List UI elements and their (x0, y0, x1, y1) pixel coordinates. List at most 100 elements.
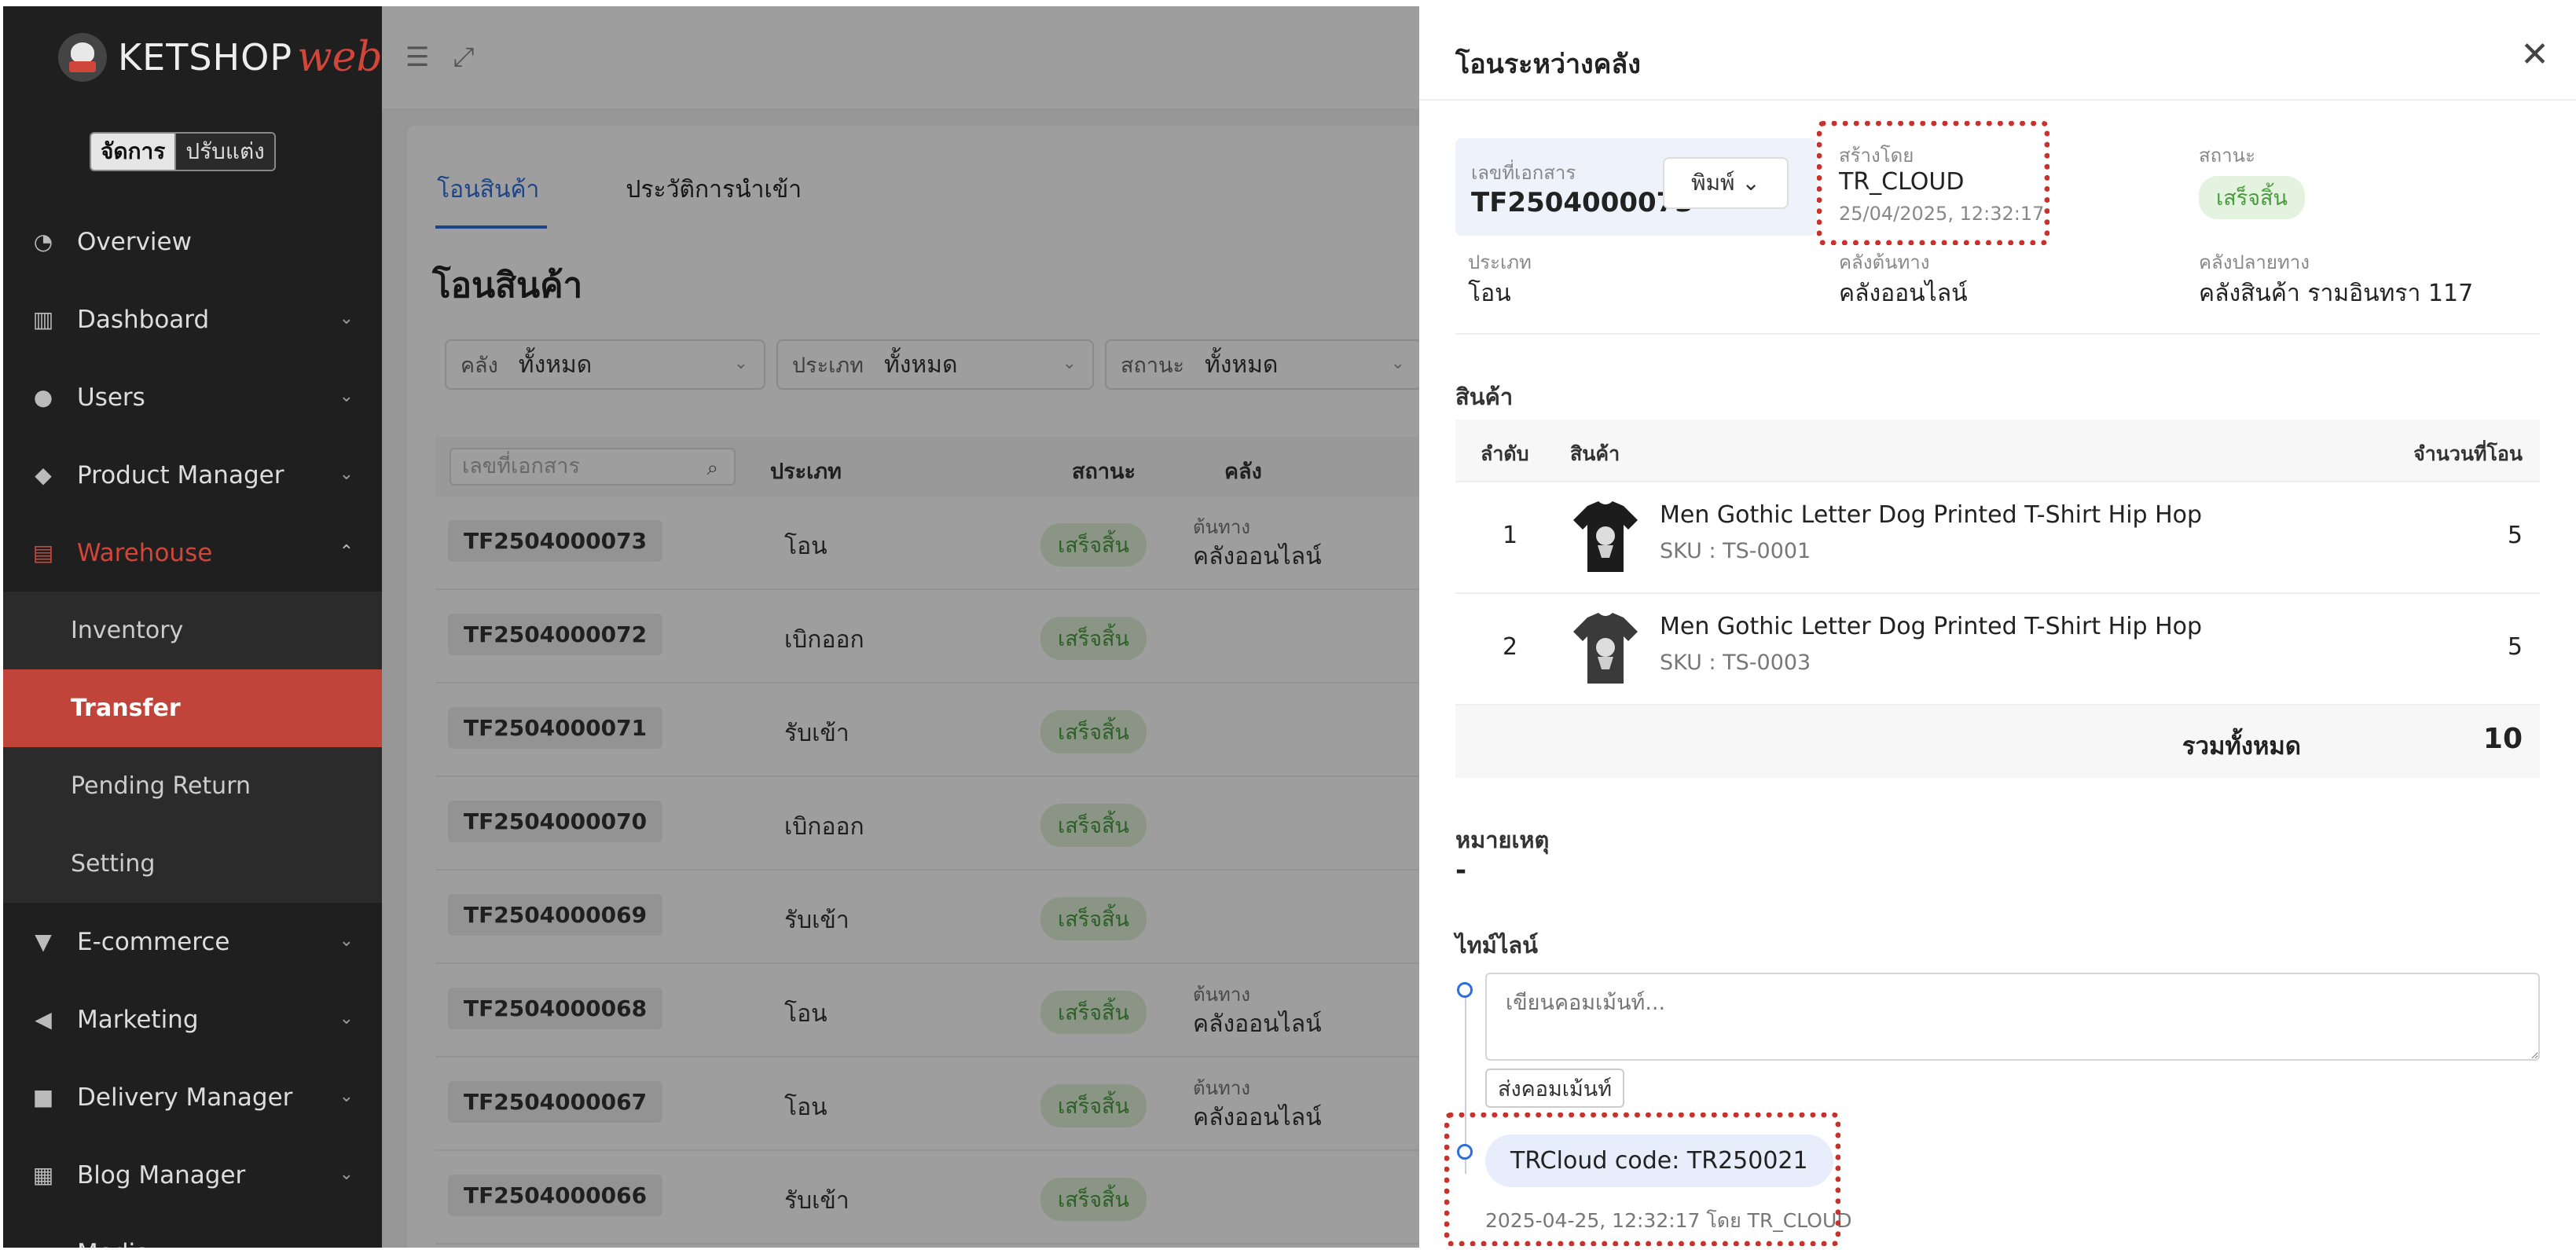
sidebar-item-overview[interactable]: ◔ Overview (3, 203, 382, 280)
divider (1455, 333, 2540, 335)
product-name: Men Gothic Letter Dog Printed T-Shirt Hi… (1660, 613, 2203, 640)
mode-manage-button[interactable]: จัดการ (91, 134, 175, 170)
column-header-index: ลำดับ (1481, 442, 1529, 465)
sidebar-item-label: Product Manager (77, 460, 284, 489)
tag-icon: ◆ (35, 462, 52, 488)
note-title: หมายเหตุ (1455, 827, 1550, 853)
comment-input[interactable] (1485, 973, 2540, 1061)
sidebar-item-label: Marketing (77, 1005, 199, 1034)
column-header-product: สินค้า (1570, 442, 1620, 465)
sidebar-item-dashboard[interactable]: ▥ Dashboard ⌄ (3, 280, 382, 358)
status-badge: เสร็จสิ้น (2199, 176, 2305, 219)
sidebar: KETSHOP web จัดการ ปรับแต่ง ◔ Overview ▥… (3, 6, 382, 1248)
timeline-title: ไทม์ไลน์ (1455, 932, 1538, 959)
sidebar-subitem-setting[interactable]: Setting (3, 825, 382, 903)
transfer-detail-drawer: โอนระหว่างคลัง ✕ เลขที่เอกสาร TF25040000… (1419, 6, 2576, 1250)
warehouse-subnav: Inventory Transfer Pending Return Settin… (3, 592, 382, 903)
main-content: ☰ ⤢ โอนสินค้า ประวัติการนำเข้า โอนสินค้า… (382, 6, 1419, 1248)
logo-icon (58, 33, 107, 82)
product-sku: SKU : TS-0001 (1660, 539, 1811, 563)
chevron-down-icon: ⌄ (339, 1164, 354, 1184)
type-value: โอน (1468, 280, 1511, 307)
logo[interactable]: KETSHOP web (58, 33, 382, 82)
row-index: 1 (1503, 522, 1518, 549)
sidebar-item-users[interactable]: ● Users ⌄ (3, 358, 382, 436)
megaphone-icon: ◀ (35, 1006, 52, 1032)
sidebar-item-label: Overview (77, 227, 192, 256)
sidebar-subitem-pending-return[interactable]: Pending Return (3, 747, 382, 825)
product-name: Men Gothic Letter Dog Printed T-Shirt Hi… (1660, 501, 2203, 529)
users-icon: ● (33, 384, 53, 410)
source-warehouse-value: คลังออนไลน์ (1839, 280, 1968, 307)
warehouse-icon: ▤ (32, 540, 54, 566)
sidebar-item-warehouse[interactable]: ▤ Warehouse ⌃ (3, 514, 382, 592)
total-label: รวมทั้งหมด (2182, 732, 2301, 761)
product-qty: 5 (2507, 633, 2523, 661)
sidebar-item-ecommerce[interactable]: ▼ E-commerce ⌄ (3, 903, 382, 981)
source-warehouse-label: คลังต้นทาง (1839, 251, 1930, 273)
sidebar-item-label: Blog Manager (77, 1160, 246, 1190)
sidebar-item-label: Delivery Manager (77, 1083, 293, 1112)
destination-warehouse-label: คลังปลายทาง (2199, 251, 2310, 273)
table-header: ลำดับ สินค้า จำนวนที่โอน (1455, 420, 2540, 482)
sidebar-item-marketing[interactable]: ◀ Marketing ⌄ (3, 981, 382, 1058)
mode-customize-button[interactable]: ปรับแต่ง (174, 134, 274, 170)
sidebar-item-delivery-manager[interactable]: ■ Delivery Manager ⌄ (3, 1058, 382, 1136)
chevron-up-icon: ⌃ (339, 542, 354, 562)
sidebar-item-label: Dashboard (77, 305, 210, 334)
sidebar-subitem-inventory[interactable]: Inventory (3, 592, 382, 669)
sidebar-item-media[interactable]: ▬ Media (3, 1214, 382, 1248)
total-value: 10 (2482, 723, 2523, 755)
chevron-down-icon: ⌄ (339, 1009, 354, 1028)
highlight-created-by (1817, 121, 2049, 245)
sidebar-item-product-manager[interactable]: ◆ Product Manager ⌄ (3, 436, 382, 514)
column-header-qty: จำนวนที่โอน (2413, 442, 2523, 465)
sidebar-subitem-transfer[interactable]: Transfer (3, 669, 382, 747)
product-row: 2 Men Gothic Letter Dog Printed T-Shirt … (1455, 594, 2540, 706)
product-qty: 5 (2507, 522, 2523, 549)
chevron-down-icon: ⌄ (339, 931, 354, 951)
total-row: รวมทั้งหมด 10 (1455, 706, 2540, 778)
truck-icon: ■ (32, 1084, 54, 1110)
logo-text: KETSHOP (118, 36, 293, 79)
close-icon[interactable]: ✕ (2520, 35, 2549, 75)
products-table: ลำดับ สินค้า จำนวนที่โอน 1 Men Gothic Le… (1455, 420, 2540, 778)
product-sku: SKU : TS-0003 (1660, 651, 1811, 675)
send-comment-button[interactable]: ส่งคอมเม้นท์ (1485, 1069, 1625, 1108)
divider (1419, 99, 2576, 101)
type-label: ประเภท (1468, 251, 1532, 273)
sidebar-item-label: Media (77, 1239, 150, 1248)
timeline-dot (1457, 982, 1473, 998)
folder-icon: ▬ (30, 1240, 57, 1248)
drawer-title: โอนระหว่างคลัง (1455, 49, 1641, 80)
doc-number-value: TF2504000073 (1471, 187, 1693, 218)
sidebar-item-blog-manager[interactable]: ▦ Blog Manager ⌄ (3, 1136, 382, 1214)
highlight-timeline-entry (1444, 1113, 1840, 1246)
print-label: พิมพ์ (1691, 170, 1735, 196)
product-thumbnail (1573, 613, 1638, 684)
sidebar-nav: ◔ Overview ▥ Dashboard ⌄ ● Users ⌄ ◆ Pro… (3, 203, 382, 1248)
chevron-down-icon: ⌄ (339, 464, 354, 484)
cart-icon: ▼ (35, 929, 52, 955)
chevron-down-icon: ⌄ (339, 309, 354, 328)
logo-web-text: web (297, 34, 382, 81)
doc-number-box: เลขที่เอกสาร TF2504000073 พิมพ์ ⌄ (1455, 138, 1817, 236)
product-thumbnail (1573, 501, 1638, 572)
sidebar-item-label: Users (77, 383, 145, 412)
modal-backdrop[interactable] (382, 6, 1419, 1248)
chevron-down-icon: ⌄ (339, 387, 354, 406)
destination-warehouse-value: คลังสินค้า รามอินทรา 117 (2199, 280, 2474, 307)
print-button[interactable]: พิมพ์ ⌄ (1663, 157, 1789, 209)
status-label: สถานะ (2199, 145, 2255, 167)
blog-icon: ▦ (32, 1162, 54, 1188)
product-row: 1 Men Gothic Letter Dog Printed T-Shirt … (1455, 482, 2540, 594)
doc-number-label: เลขที่เอกสาร (1471, 162, 1576, 184)
bar-chart-icon: ▥ (32, 306, 54, 332)
sidebar-item-label: Warehouse (77, 538, 213, 567)
pie-chart-icon: ◔ (33, 229, 53, 255)
products-title: สินค้า (1455, 383, 1514, 410)
sidebar-item-label: E-commerce (77, 927, 230, 956)
row-index: 2 (1503, 633, 1518, 661)
chevron-down-icon: ⌄ (339, 1087, 354, 1106)
chevron-down-icon: ⌄ (1741, 170, 1760, 196)
